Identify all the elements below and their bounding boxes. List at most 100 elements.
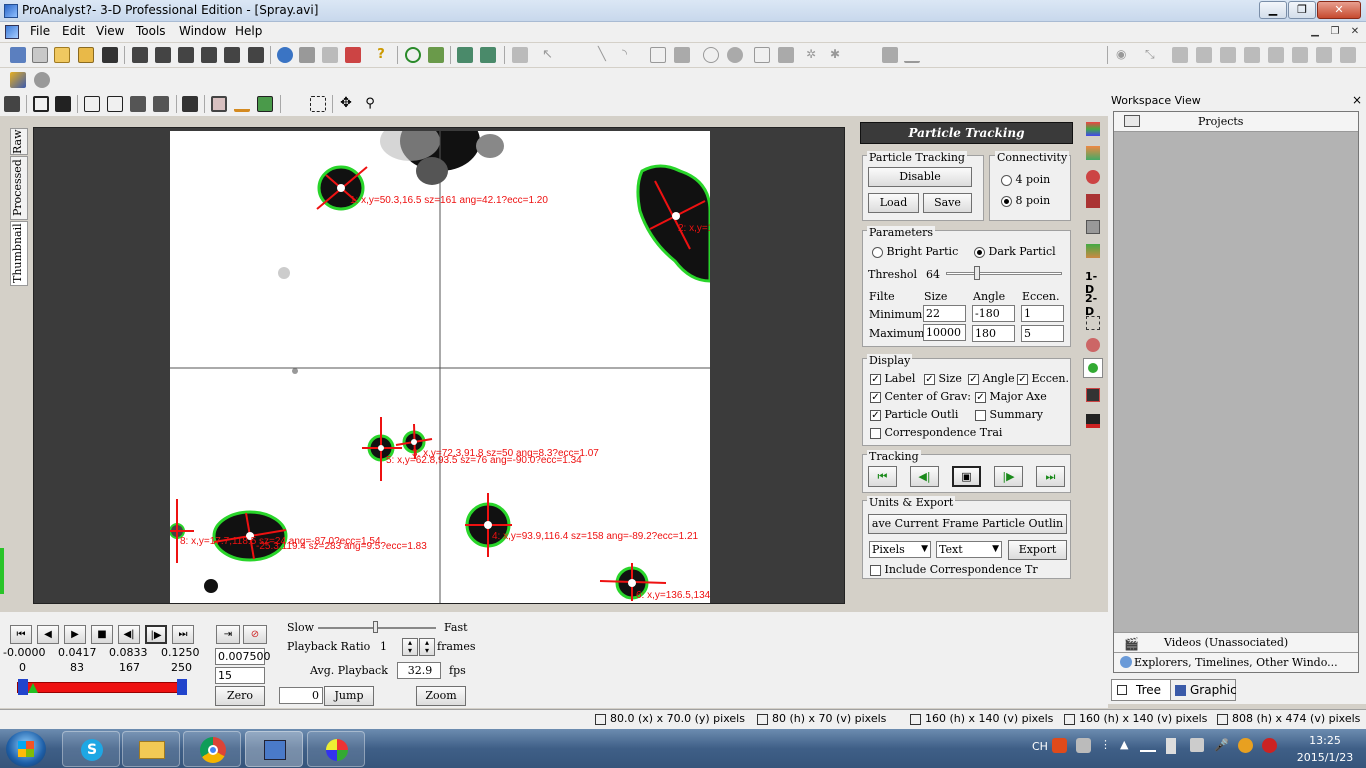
filled-polygon-icon[interactable]: [778, 47, 794, 63]
camera-icon[interactable]: [1086, 388, 1100, 402]
pan-icon[interactable]: ⤡: [1145, 47, 1161, 63]
threshold-slider-track[interactable]: [946, 272, 1062, 275]
polygon-icon[interactable]: [754, 47, 770, 63]
cascade-icon[interactable]: [84, 96, 100, 112]
layers-icon[interactable]: [1086, 244, 1100, 258]
radio-icon[interactable]: [1001, 195, 1012, 207]
ratio-spinner-left[interactable]: ▴ ▾: [402, 638, 418, 656]
run-icon[interactable]: [10, 72, 26, 88]
connectivity-8-radio[interactable]: 8 poin: [1001, 194, 1050, 207]
checkbox-icon[interactable]: [870, 427, 881, 439]
min-angle-input[interactable]: -180: [972, 305, 1015, 322]
security-icon[interactable]: [1262, 738, 1277, 753]
save-copy-icon[interactable]: [248, 47, 264, 63]
workspace-close-icon[interactable]: ×: [1352, 93, 1362, 107]
maximize-button[interactable]: ❐: [1288, 1, 1316, 19]
qq-icon[interactable]: [1238, 738, 1253, 753]
go-to-start-button[interactable]: ⏮: [10, 625, 32, 644]
frame-value-input[interactable]: 15: [215, 667, 265, 684]
track-last-button[interactable]: ⏭: [1036, 466, 1065, 487]
tab-raw[interactable]: Raw: [10, 128, 28, 155]
particle-icon[interactable]: [1086, 170, 1100, 184]
clear-range-button[interactable]: ⊘: [243, 625, 267, 644]
save-icon[interactable]: [102, 47, 118, 63]
radio-icon[interactable]: [1001, 174, 1012, 186]
range-end-handle[interactable]: [177, 679, 187, 695]
track-forward-button[interactable]: |▶: [994, 466, 1023, 487]
projects-node[interactable]: Projects: [1114, 112, 1358, 132]
fit-window-icon[interactable]: [310, 96, 326, 112]
fill-icon[interactable]: [882, 47, 898, 63]
new-file-icon[interactable]: [32, 47, 48, 63]
close-button[interactable]: ✕: [1317, 1, 1361, 19]
mdi-restore-button[interactable]: ❐: [1327, 25, 1343, 39]
max-size-input[interactable]: 10000: [923, 324, 966, 341]
jump-frame-input[interactable]: 0: [279, 687, 323, 704]
workspace-tree[interactable]: Projects 🎬 Videos (Unassociated) Explore…: [1113, 111, 1359, 673]
major-axes-checkbox[interactable]: ✓ Major Axe: [975, 390, 1047, 403]
arc-icon[interactable]: ◝: [622, 47, 638, 63]
menu-file[interactable]: File: [30, 24, 50, 38]
checkbox-icon[interactable]: ✓: [870, 409, 881, 421]
tool-e-icon[interactable]: [1268, 47, 1284, 63]
set-range-button[interactable]: ⇥: [216, 625, 240, 644]
usb-icon[interactable]: [1166, 738, 1176, 754]
tray-icon[interactable]: ⋮: [1100, 738, 1112, 753]
new-project-icon[interactable]: [10, 47, 26, 63]
frame-forward-button[interactable]: |▶: [145, 625, 167, 644]
checkbox-icon[interactable]: ✓: [975, 391, 986, 403]
color-icon[interactable]: [1086, 122, 1100, 136]
tool-g-icon[interactable]: [1316, 47, 1332, 63]
record-icon[interactable]: [1086, 414, 1100, 428]
checkbox-icon[interactable]: ✓: [924, 373, 935, 385]
stop-button[interactable]: ■: [91, 625, 113, 644]
grid-icon[interactable]: [428, 47, 444, 63]
tab-graphic[interactable]: Graphic: [1170, 679, 1237, 701]
menu-window[interactable]: Window: [179, 24, 226, 38]
ime-icon[interactable]: [1052, 738, 1067, 753]
play-button[interactable]: ▶: [64, 625, 86, 644]
print-preview-icon[interactable]: [322, 47, 338, 63]
particle-outline-checkbox[interactable]: ✓ Particle Outli: [870, 408, 958, 421]
radio-icon[interactable]: [872, 246, 883, 258]
ratio-spinner-right[interactable]: ▴ ▾: [419, 638, 435, 656]
tool-f-icon[interactable]: [1292, 47, 1308, 63]
node-filled-icon[interactable]: ✱: [830, 47, 846, 63]
track-back-button[interactable]: ◀|: [910, 466, 939, 487]
2d-button[interactable]: 2-D: [1085, 292, 1106, 318]
select-arrow-icon[interactable]: ↖: [542, 47, 558, 63]
lock-icon[interactable]: [512, 47, 528, 63]
microphone-icon[interactable]: 🎤: [1214, 738, 1229, 752]
correspondence-trail-checkbox[interactable]: Correspondence Trai: [870, 426, 1002, 439]
tab-tree[interactable]: Tree: [1111, 679, 1171, 701]
clear-icon[interactable]: [345, 47, 361, 63]
keyboard-icon[interactable]: [4, 96, 20, 112]
track-first-button[interactable]: ⏮: [868, 466, 897, 487]
power-icon[interactable]: [1190, 738, 1204, 752]
particle-view-icon[interactable]: [211, 96, 227, 112]
clock-date[interactable]: 2015/1/23: [1294, 751, 1356, 764]
dark-particle-radio[interactable]: Dark Particl: [974, 245, 1056, 258]
units-select[interactable]: Pixels ▼: [869, 541, 931, 558]
tool-h-icon[interactable]: [1340, 47, 1356, 63]
taskbar-proanalyst[interactable]: [245, 731, 303, 767]
taskbar-paint[interactable]: [307, 731, 365, 767]
video-viewer[interactable]: 1: x,y=50.3,16.5 sz=161 ang=42.1?ecc=1.2…: [33, 127, 845, 604]
disable-button[interactable]: Disable: [868, 167, 972, 187]
menu-view[interactable]: View: [96, 24, 124, 38]
help-icon[interactable]: ?: [373, 47, 389, 63]
keyboard-tray-icon[interactable]: [1076, 738, 1091, 753]
search-icon[interactable]: [34, 72, 50, 88]
document-icon[interactable]: [5, 25, 19, 39]
track-all-icon[interactable]: [480, 47, 496, 63]
image-icon[interactable]: [130, 96, 146, 112]
open-folder-icon[interactable]: [54, 47, 70, 63]
mdi-minimize-button[interactable]: ▁: [1307, 25, 1323, 39]
tool-c-icon[interactable]: [1220, 47, 1236, 63]
go-to-end-button[interactable]: ⏭: [172, 625, 194, 644]
label-checkbox[interactable]: ✓ Label: [870, 372, 915, 385]
video-frame[interactable]: 1: x,y=50.3,16.5 sz=161 ang=42.1?ecc=1.2…: [170, 131, 710, 603]
videos-node[interactable]: 🎬 Videos (Unassociated): [1114, 632, 1358, 652]
angle-checkbox[interactable]: ✓ Angle: [968, 372, 1015, 385]
blob-icon[interactable]: [1086, 338, 1100, 352]
